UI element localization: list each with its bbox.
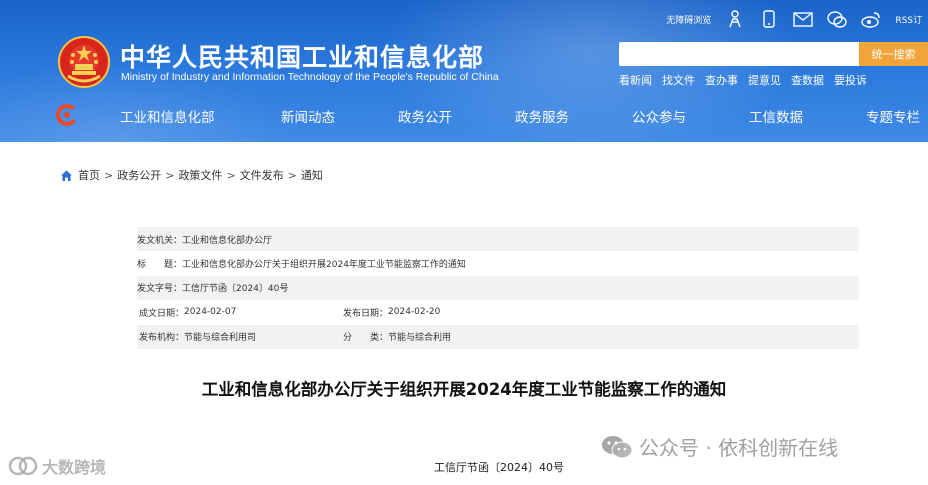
accessibility-link[interactable]: 无障碍浏览 — [666, 13, 711, 26]
watermark-left-text: 大数跨境 — [42, 458, 107, 477]
written-date-cell: 成文日期： 2024-02-07 — [137, 306, 341, 319]
breadcrumb-file-release[interactable]: 文件发布 — [240, 167, 284, 183]
quick-link-services[interactable]: 查办事 — [705, 72, 738, 88]
breadcrumb-separator: > — [226, 168, 236, 182]
nav-item-news[interactable]: 新闻动态 — [281, 106, 335, 126]
quick-link-feedback[interactable]: 提意见 — [748, 72, 781, 88]
document-info-table: 发文机关： 工业和信息化部办公厅 标 题： 工业和信息化部办公厅关于组织开展20… — [137, 227, 859, 349]
rss-link[interactable]: RSS订 — [895, 13, 922, 26]
written-date-value: 2024-02-07 — [184, 307, 237, 318]
info-row-doc-number: 发文字号： 工信厅节函〔2024〕40号 — [137, 275, 859, 301]
breadcrumb-separator: > — [165, 168, 175, 182]
agency-value: 节能与综合利用司 — [184, 333, 257, 344]
category-value: 节能与综合利用 — [388, 333, 452, 344]
watermark-right: 公众号 · 依科创新在线 — [601, 432, 838, 461]
quick-link-complaint[interactable]: 要投诉 — [834, 72, 867, 88]
info-row-agency: 发布机构： 节能与综合利用司 分 类： 节能与综合利用 — [137, 324, 859, 349]
site-subtitle: Ministry of Industry and Information Tec… — [121, 71, 499, 83]
watermark-logo-icon — [8, 456, 38, 476]
info-row-issuer: 发文机关： 工业和信息化部办公厅 — [137, 227, 859, 252]
doc-number-value: 工信厅节函〔2024〕40号 — [182, 284, 289, 295]
category-label: 分 类： — [343, 333, 389, 344]
article-doc-number: 工信厅节函〔2024〕40号 — [434, 461, 564, 474]
title-value: 工业和信息化部办公厅关于组织开展2024年度工业节能监察工作的通知 — [182, 260, 466, 271]
breadcrumb-separator: > — [104, 168, 114, 182]
nav-item-public[interactable]: 公众参与 — [632, 106, 686, 126]
main-nav: 工业和信息化部 新闻动态 政务公开 政务服务 公众参与 工信数据 专题专栏 — [0, 100, 928, 132]
breadcrumb-notice[interactable]: 通知 — [301, 167, 323, 183]
publish-date-cell: 发布日期： 2024-02-20 — [341, 306, 440, 319]
top-toolbar: 无障碍浏览 RSS订 — [666, 8, 922, 30]
search-input[interactable] — [619, 42, 859, 66]
breadcrumb: 首页 > 政务公开 > 政策文件 > 文件发布 > 通知 — [60, 167, 323, 183]
nav-item-gov-open[interactable]: 政务公开 — [398, 106, 452, 126]
nav-item-home[interactable]: 工业和信息化部 — [120, 106, 215, 126]
quick-link-news[interactable]: 看新闻 — [619, 72, 652, 88]
quick-links: 看新闻 找文件 查办事 提意见 查数据 要投诉 — [619, 72, 867, 88]
agency-cell: 发布机构： 节能与综合利用司 — [137, 330, 341, 343]
publish-date-label: 发布日期： — [343, 308, 389, 319]
national-emblem-logo[interactable] — [58, 36, 110, 88]
written-date-label: 成文日期： — [139, 308, 185, 319]
nav-item-gov-service[interactable]: 政务服务 — [515, 106, 569, 126]
article-title: 工业和信息化部办公厅关于组织开展2024年度工业节能监察工作的通知 — [201, 380, 727, 399]
nav-item-data[interactable]: 工信数据 — [749, 106, 803, 126]
breadcrumb-separator: > — [287, 168, 297, 182]
quick-link-files[interactable]: 找文件 — [662, 72, 695, 88]
miit-logo-icon[interactable] — [56, 104, 78, 126]
info-row-title: 标 题： 工业和信息化部办公厅关于组织开展2024年度工业节能监察工作的通知 — [137, 251, 859, 275]
doc-number-label: 发文字号： — [137, 284, 183, 295]
search-button[interactable]: 统一搜索 — [859, 42, 928, 66]
weibo-icon[interactable] — [861, 9, 881, 29]
title-label: 标 题： — [137, 260, 183, 271]
agency-label: 发布机构： — [139, 333, 185, 344]
info-row-dates: 成文日期： 2024-02-07 发布日期： 2024-02-20 — [137, 300, 859, 324]
breadcrumb-policy-files[interactable]: 政策文件 — [178, 167, 222, 183]
watermark-left: 大数跨境 — [8, 454, 106, 478]
quick-link-data[interactable]: 查数据 — [791, 72, 824, 88]
issuer-value: 工业和信息化部办公厅 — [182, 235, 273, 246]
publish-date-value: 2024-02-20 — [388, 307, 441, 318]
site-header: 中华人民共和国工业和信息化部 Ministry of Industry and … — [0, 0, 928, 142]
category-cell: 分 类： 节能与综合利用 — [341, 330, 451, 343]
mail-icon[interactable] — [793, 9, 814, 29]
wechat-icon[interactable] — [827, 9, 848, 29]
breadcrumb-home[interactable]: 首页 — [78, 167, 100, 183]
elder-mode-icon[interactable] — [725, 9, 745, 29]
watermark-right-text: 公众号 · 依科创新在线 — [639, 436, 839, 460]
home-icon[interactable] — [60, 169, 73, 182]
wechat-watermark-icon — [602, 435, 633, 458]
issuer-label: 发文机关： — [137, 235, 183, 246]
mobile-icon[interactable] — [759, 9, 779, 29]
nav-item-topics[interactable]: 专题专栏 — [866, 106, 920, 126]
breadcrumb-gov-open[interactable]: 政务公开 — [117, 167, 161, 183]
site-title[interactable]: 中华人民共和国工业和信息化部 — [120, 38, 484, 74]
